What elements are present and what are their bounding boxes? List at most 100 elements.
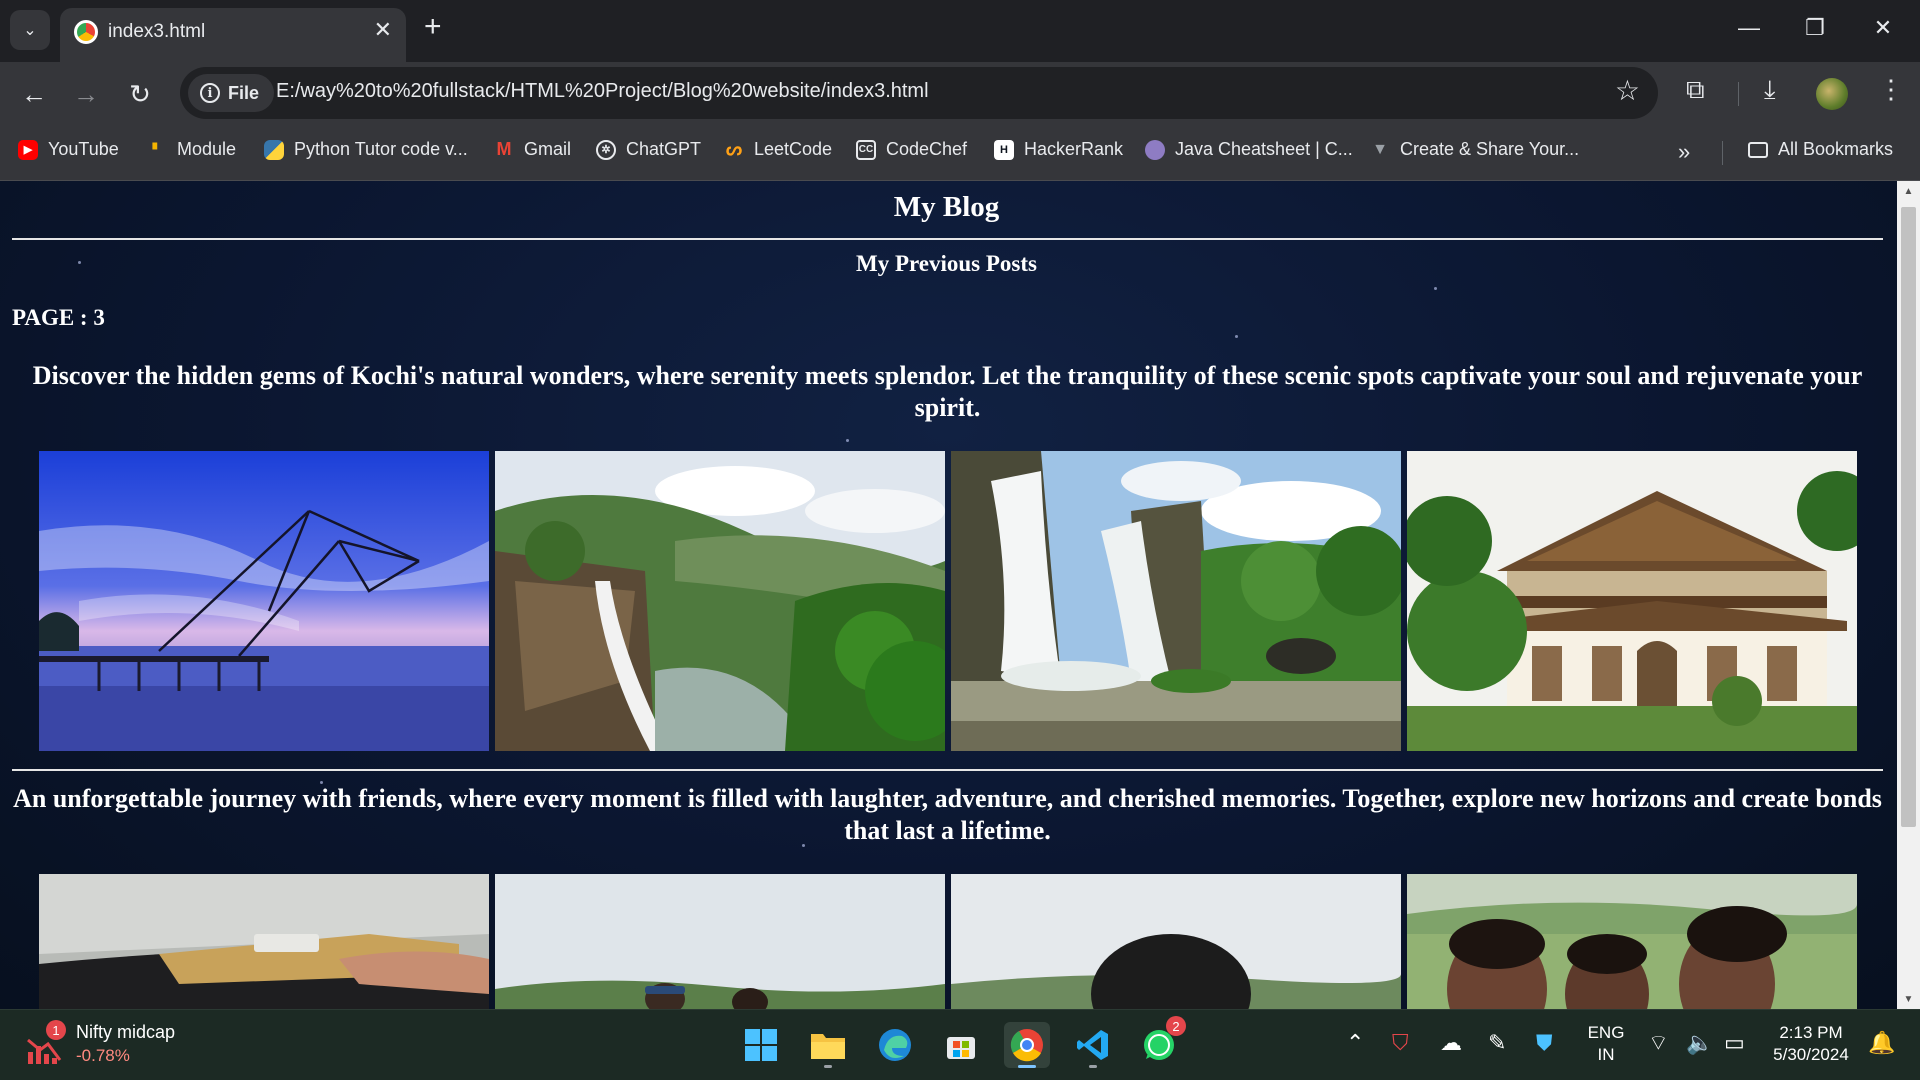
close-window-button[interactable]: ✕ <box>1858 8 1908 48</box>
running-indicator <box>824 1065 832 1068</box>
wifi-icon[interactable]: ⌔ <box>1648 1032 1669 1054</box>
widget-title: Nifty midcap <box>76 1022 176 1042</box>
tab-strip: ⌄ index3.html ✕ + — ❐ ✕ <box>0 0 1920 62</box>
widget-badge: 1 <box>46 1020 66 1040</box>
active-tab[interactable]: index3.html ✕ <box>60 8 406 62</box>
defender-shield-icon[interactable]: ⛊ <box>1536 1032 1553 1054</box>
bookmark-hackerrank[interactable]: H HackerRank <box>994 139 1123 160</box>
clock[interactable]: 2:13 PM 5/30/2024 <box>1768 1022 1854 1066</box>
waterfall-valley-photo <box>495 451 945 751</box>
language-line1: ENG <box>1587 1023 1625 1042</box>
bookmark-leetcode[interactable]: ᔕ LeetCode <box>724 139 832 160</box>
double-chevron-right-icon: » <box>1678 139 1691 164</box>
bookmark-label: Gmail <box>524 139 572 159</box>
chrome-favicon-icon <box>74 20 98 44</box>
bookmark-chatgpt[interactable]: ✲ ChatGPT <box>596 139 701 160</box>
widget-value: -0.78% <box>76 1046 130 1065</box>
store-button[interactable] <box>938 1022 984 1068</box>
all-bookmarks-button[interactable]: All Bookmarks <box>1748 139 1893 160</box>
friends-hilltop-photo <box>495 874 945 1009</box>
site-info-label: File <box>228 82 260 103</box>
clock-time: 2:13 PM <box>1779 1023 1843 1042</box>
bookmark-gmail[interactable]: M Gmail <box>494 139 572 160</box>
codechef-icon: CC <box>856 139 876 160</box>
language-indicator[interactable]: ENG IN <box>1586 1022 1626 1066</box>
chrome-button[interactable] <box>1004 1022 1050 1068</box>
bookmark-youtube[interactable]: ▶ YouTube <box>18 139 119 160</box>
friends-selfie-photo <box>1407 874 1857 1009</box>
download-icon[interactable]: ⤓ <box>1764 76 1776 102</box>
divider <box>12 769 1883 771</box>
vscode-button[interactable] <box>1070 1022 1116 1068</box>
start-icon <box>745 1029 777 1061</box>
web-page: My Blog My Previous Posts PAGE : 3 Disco… <box>0 181 1897 1009</box>
bookmarks-divider <box>1722 141 1723 165</box>
bookmark-codechef[interactable]: CC CodeChef <box>856 139 967 160</box>
bookmark-label: Java Cheatsheet | C... <box>1175 139 1353 159</box>
star-decoration <box>1235 335 1238 338</box>
onedrive-cloud-icon[interactable]: ☁ <box>1440 1032 1462 1054</box>
page-scrollbar[interactable]: ▲ ▼ <box>1897 181 1920 1009</box>
tab-search-button[interactable]: ⌄ <box>10 10 50 50</box>
edge-icon <box>879 1029 911 1061</box>
forward-button[interactable]: → <box>66 74 106 114</box>
restore-button[interactable]: ❐ <box>1790 8 1840 48</box>
url-text[interactable]: E:/way%20to%20fullstack/HTML%20Project/B… <box>276 80 929 103</box>
whatsapp-button[interactable]: 2 <box>1136 1016 1186 1068</box>
athirappilly-waterfall-photo <box>951 451 1401 751</box>
extensions-icon[interactable]: ⧉ <box>1686 76 1705 102</box>
bookmark-star-icon[interactable]: ☆ <box>1615 77 1640 105</box>
bookmark-label: ChatGPT <box>626 139 702 159</box>
bookmark-label: Module <box>177 139 237 159</box>
start-button[interactable] <box>738 1022 784 1068</box>
edge-button[interactable] <box>872 1022 918 1068</box>
create-share-icon: ▼ <box>1372 140 1388 158</box>
bookmark-label: YouTube <box>48 139 119 159</box>
bookmark-label: Create & Share Your... <box>1400 139 1580 159</box>
all-bookmarks-label: All Bookmarks <box>1778 139 1894 159</box>
scroll-down-arrow-icon[interactable]: ▼ <box>1897 989 1920 1009</box>
star-decoration <box>1434 287 1437 290</box>
running-indicator <box>1089 1065 1097 1068</box>
bookmark-create-share[interactable]: ▼ Create & Share Your... <box>1370 139 1579 160</box>
minimize-button[interactable]: — <box>1724 8 1774 48</box>
tab-close-icon[interactable]: ✕ <box>374 17 392 43</box>
friend-back-photo <box>951 874 1401 1009</box>
chatgpt-icon: ✲ <box>596 139 616 160</box>
heritage-palace-photo <box>1407 451 1857 751</box>
browser-toolbar: ← → ↻ i File E:/way%20to%20fullstack/HTM… <box>0 62 1920 125</box>
reload-button[interactable]: ↻ <box>120 74 160 114</box>
leetcode-icon: ᔕ <box>725 139 743 159</box>
more-bookmarks-button[interactable]: » <box>1678 139 1690 165</box>
post-description: An unforgettable journey with friends, w… <box>13 784 1882 845</box>
youtube-icon: ▶ <box>18 139 38 160</box>
file-explorer-button[interactable] <box>805 1022 851 1068</box>
back-button[interactable]: ← <box>14 74 54 114</box>
chevron-up-icon[interactable]: ⌃ <box>1346 1032 1364 1054</box>
volume-icon[interactable]: 🔈 <box>1686 1032 1713 1054</box>
notification-bell-icon[interactable]: 🔔 <box>1868 1032 1895 1054</box>
store-icon <box>947 1037 975 1059</box>
new-tab-button[interactable]: + <box>424 12 442 42</box>
site-info-chip[interactable]: i File <box>188 74 274 112</box>
battery-icon[interactable]: ▭ <box>1724 1032 1745 1054</box>
bookmark-module[interactable]: ▘ Module <box>147 139 236 160</box>
language-line2: IN <box>1597 1045 1615 1064</box>
bookmarks-bar: ▶ YouTube ▘ Module Python Tutor code v..… <box>0 125 1920 181</box>
address-bar[interactable]: i File E:/way%20to%20fullstack/HTML%20Pr… <box>180 67 1658 119</box>
pen-menu-icon[interactable]: ✎ <box>1488 1032 1506 1054</box>
bookmark-java-cheatsheet[interactable]: Java Cheatsheet | C... <box>1145 139 1353 160</box>
security-shield-icon[interactable]: ⛉ <box>1392 1032 1409 1054</box>
hackerrank-icon: H <box>994 139 1014 160</box>
scrollbar-thumb[interactable] <box>1901 207 1916 827</box>
chrome-icon <box>1010 1029 1043 1062</box>
menu-kebab-icon[interactable]: ⋮ <box>1878 76 1904 102</box>
file-explorer-icon <box>811 1034 845 1059</box>
bookmark-label: HackerRank <box>1024 139 1124 159</box>
scroll-up-arrow-icon[interactable]: ▲ <box>1897 181 1920 201</box>
profile-avatar[interactable] <box>1816 78 1848 110</box>
bookmark-label: LeetCode <box>754 139 833 159</box>
python-tutor-icon <box>264 139 284 160</box>
bookmark-python-tutor[interactable]: Python Tutor code v... <box>264 139 468 160</box>
java-cheatsheet-icon <box>1145 139 1165 160</box>
